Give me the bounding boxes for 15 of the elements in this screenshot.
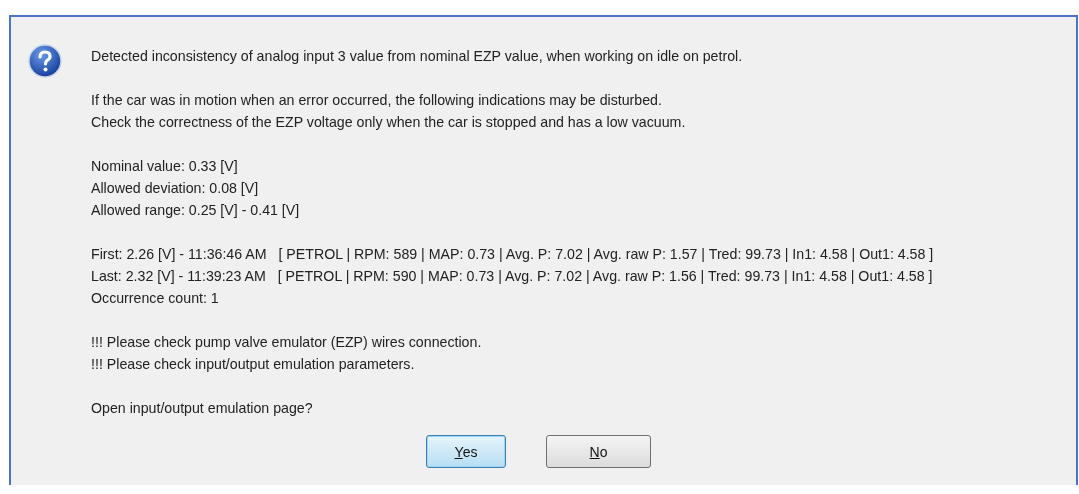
message-text: First: 2.26 [V] - 11:36:46 AM [ PETROL | RPM: 589 | MAP: 0.73 | Avg. P: 7.02 | Avg. raw P: 1.57 | Tred: 99.73 | In1: 4.58 | Out1: 4.58 ] [91,245,934,264]
dialog-button[interactable]: No [546,435,651,468]
question-icon [28,44,62,78]
message-text: Detected inconsistency of analog input 3 value from nominal EZP value, when working on idle on petrol. [91,47,744,66]
message-text: Last: 2.32 [V] - 11:39:23 AM [ PETROL | RPM: 590 | MAP: 0.73 | Avg. P: 7.02 | Avg. raw P: 1.56 | Tred: 99.73 | In1: 4.58 | Out1: 4.58 ] [91,267,934,286]
message-text: Nominal value: 0.33 [V] [91,157,239,176]
message-text: Allowed deviation: 0.08 [V] [91,179,260,198]
message-text: Allowed range: 0.25 [V] - 0.41 [V] [91,201,301,220]
message-text: !!! Please check input/output emulation parameters. [91,355,416,374]
message-text: Occurrence count: 1 [91,289,220,308]
dialog-button[interactable]: Yes [426,435,506,468]
message-text: Check the correctness of the EZP voltage only when the car is stopped and has a low vacuum. [91,113,687,132]
message-text: Open input/output emulation page? [91,399,314,418]
message-text: If the car was in motion when an error occurred, the following indications may be disturbed. [91,91,663,110]
message-text: !!! Please check pump valve emulator (EZP) wires connection. [91,333,483,352]
